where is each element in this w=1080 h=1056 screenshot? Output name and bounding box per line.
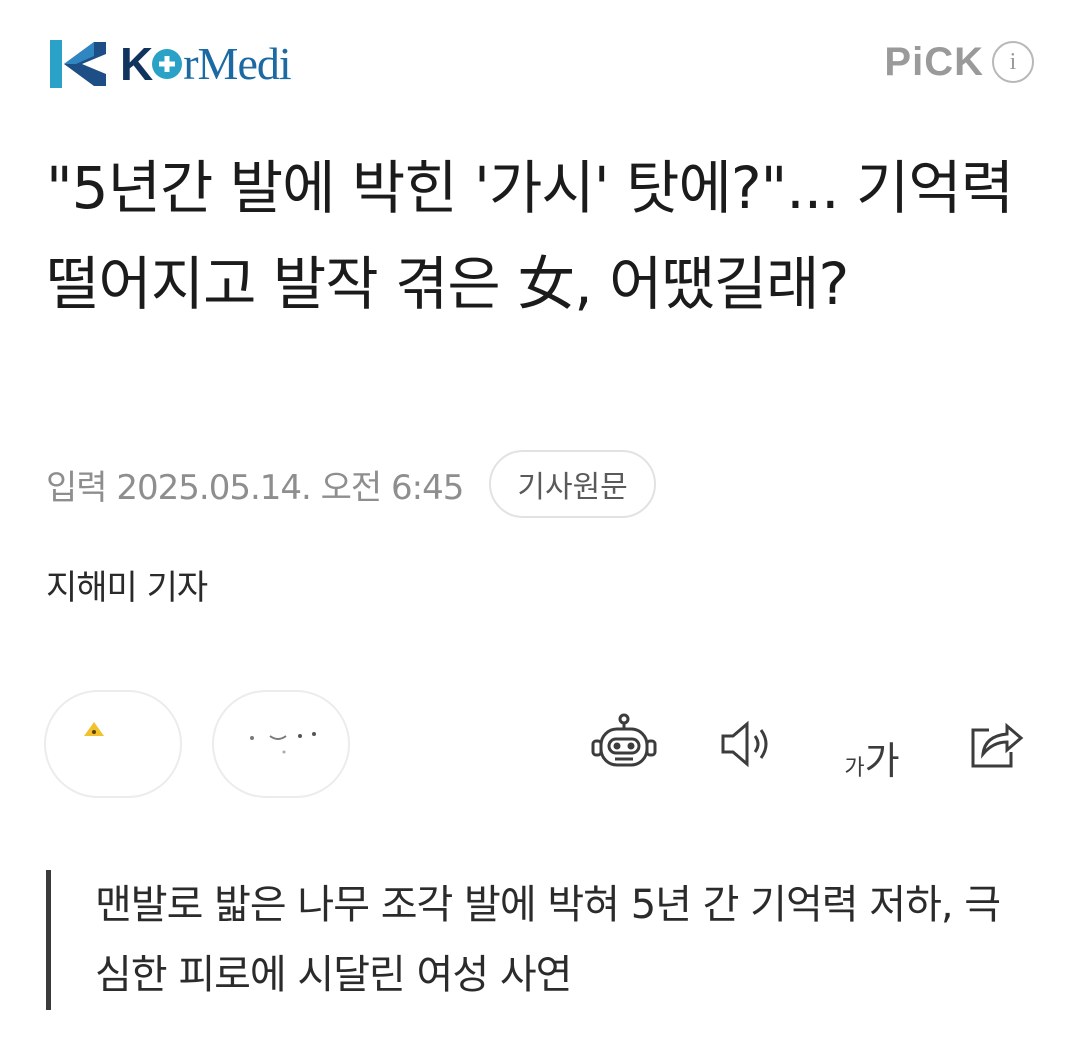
summary-text: 맨발로 밟은 나무 조각 발에 박혀 5년 간 기억력 저하, 극심한 피로에 … xyxy=(95,882,1001,998)
font-size-large-label: 가 xyxy=(864,739,900,783)
article-meta: 입력 2025.05.14. 오전 6:45 기사원문 xyxy=(46,450,656,518)
reporter-byline[interactable]: 지해미 기자 xyxy=(46,560,208,609)
robot-summary-icon xyxy=(591,713,657,767)
share-button[interactable] xyxy=(960,708,1032,780)
reaction-emoji-icon xyxy=(250,732,316,754)
text-to-speech-button[interactable] xyxy=(712,708,784,780)
logo-text-rmedi: rMedi xyxy=(183,38,291,89)
font-size-small-label: 가 xyxy=(844,756,865,781)
pick-label: PiCK xyxy=(884,39,984,84)
article-summary: 맨발로 밟은 나무 조각 발에 박혀 5년 간 기억력 저하, 극심한 피로에 … xyxy=(46,870,1026,1010)
published-date: 입력 2025.05.14. 오전 6:45 xyxy=(46,467,464,508)
logo-text-k: K xyxy=(120,38,153,90)
medical-cross-icon xyxy=(152,49,183,79)
pick-badge: PiCK i xyxy=(884,40,1034,84)
press-logo[interactable]: K rMedi xyxy=(48,36,292,92)
speaker-icon xyxy=(721,720,768,768)
info-icon[interactable]: i xyxy=(992,41,1034,83)
reaction-button-2[interactable] xyxy=(212,690,350,798)
reaction-emoji-icon xyxy=(84,722,104,736)
article-headline: "5년간 발에 박힌 '가시' 탓에?"... 기억력 떨어지고 발작 겪은 女… xyxy=(46,154,1014,318)
font-size-button[interactable]: 가 가 xyxy=(836,708,908,780)
original-article-button[interactable]: 기사원문 xyxy=(489,450,656,518)
ai-summary-button[interactable] xyxy=(588,708,660,780)
share-icon xyxy=(971,722,1024,768)
reaction-button-1[interactable] xyxy=(44,690,182,798)
article-toolbar: 가 가 xyxy=(588,704,1032,784)
kormedi-logo-mark-icon xyxy=(50,40,106,88)
logo-wordmark: K rMedi xyxy=(120,38,292,90)
